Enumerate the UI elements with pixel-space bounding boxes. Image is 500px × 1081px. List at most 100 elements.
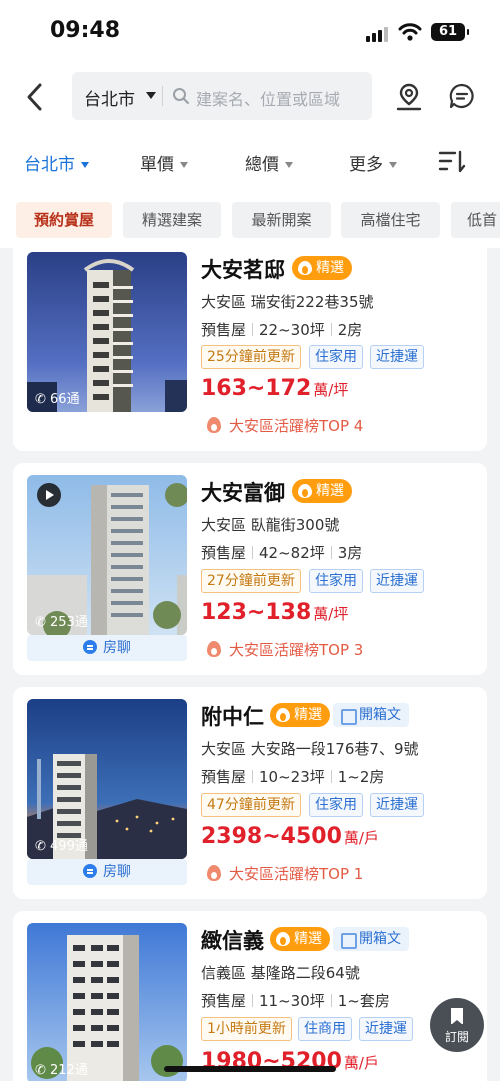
chat-icon xyxy=(83,864,97,878)
call-count-value: 66通 xyxy=(50,392,80,407)
tag-newest[interactable]: 最新開案 xyxy=(232,202,331,238)
listing-title[interactable]: 附中仁 xyxy=(201,701,264,731)
wifi-icon xyxy=(398,23,422,41)
price-value: 163~172 xyxy=(201,376,312,401)
featured-badge: 精選 xyxy=(292,256,352,280)
call-count: ✆ 66通 xyxy=(35,392,80,407)
filter-bar: 台北市 單價 總價 更多 xyxy=(0,130,500,190)
listing-photo[interactable]: ✆ 253通 xyxy=(27,475,187,635)
fire-icon xyxy=(207,865,221,881)
filter-total-price[interactable]: 總價 xyxy=(245,150,293,175)
back-icon[interactable] xyxy=(22,80,50,114)
search-box[interactable]: 台北市 建案名、位置或區域 xyxy=(72,72,372,120)
caret-down-icon xyxy=(285,162,293,168)
listing-meta: 預售屋 22~30坪 2房 xyxy=(201,319,362,340)
message-icon[interactable] xyxy=(449,83,475,109)
listing-price: 123~138 萬/坪 xyxy=(201,600,348,625)
usage-chip: 住家用 xyxy=(309,793,363,817)
signal-icon xyxy=(366,26,390,42)
listing-title[interactable]: 緻信義 xyxy=(201,925,264,955)
divider xyxy=(252,323,254,336)
filter-unit-price-label: 單價 xyxy=(140,155,174,175)
sale-status: 預售屋 xyxy=(201,544,247,562)
rank-text: 大安區活躍榜TOP 1 xyxy=(229,865,364,883)
chat-icon xyxy=(83,640,97,654)
update-chip: 47分鐘前更新 xyxy=(201,793,301,817)
update-chip: 27分鐘前更新 xyxy=(201,569,301,593)
price-value: 2398~4500 xyxy=(201,824,342,849)
call-count-value: 212通 xyxy=(50,1063,88,1078)
listing-card[interactable]: ✆ 66通 大安茗邸 精選 大安區 瑞安街222巷35號 預售屋 22~30坪 2房… xyxy=(13,248,487,451)
listing-card[interactable]: ✆ 253通 房聊 大安富御 精選 大安區 臥龍街300號 預售屋 42~82坪 3… xyxy=(13,463,487,675)
chat-button[interactable]: 房聊 xyxy=(27,635,187,661)
tag-appointment[interactable]: 預約賞屋 xyxy=(16,202,112,238)
update-chip: 1小時前更新 xyxy=(201,1017,292,1041)
tag-low-down[interactable]: 低首 xyxy=(451,202,500,238)
mrt-chip: 近捷運 xyxy=(370,345,424,369)
call-count: ✆ 253通 xyxy=(35,615,88,630)
listing-photo[interactable]: ✆ 499通 xyxy=(27,699,187,859)
filter-more[interactable]: 更多 xyxy=(349,150,397,175)
filter-city[interactable]: 台北市 xyxy=(24,150,89,175)
room-count: 1~套房 xyxy=(337,992,390,1010)
update-chip: 25分鐘前更新 xyxy=(201,345,301,369)
divider xyxy=(162,86,163,106)
home-indicator[interactable] xyxy=(164,1066,336,1072)
caret-down-icon xyxy=(146,92,156,99)
usage-chip: 住家用 xyxy=(309,345,363,369)
price-unit: 萬/戶 xyxy=(343,829,379,847)
location-pin-icon[interactable] xyxy=(396,82,422,112)
rank-label[interactable]: 大安區活躍榜TOP 1 xyxy=(207,863,363,884)
listing-meta: 預售屋 11~30坪 1~套房 xyxy=(201,990,390,1011)
caret-down-icon xyxy=(81,162,89,168)
divider xyxy=(330,770,332,783)
subscribe-label: 訂閱 xyxy=(444,1030,469,1044)
chat-button[interactable]: 房聊 xyxy=(27,859,187,885)
featured-badge: 精選 xyxy=(292,479,352,503)
rank-label[interactable]: 大安區活躍榜TOP 3 xyxy=(207,639,363,660)
tag-luxury[interactable]: 高檔住宅 xyxy=(341,202,440,238)
rank-label[interactable]: 大安區活躍榜TOP 4 xyxy=(207,415,363,436)
listing-card[interactable]: ✆ 212通 緻信義 精選 開箱文 信義區 基隆路二段64號 預售屋 11~30坪… xyxy=(13,911,487,1081)
filter-unit-price[interactable]: 單價 xyxy=(140,150,188,175)
listing-title[interactable]: 大安茗邸 xyxy=(201,254,285,284)
room-count: 3房 xyxy=(337,544,363,562)
listing-card[interactable]: ✆ 499通 房聊 附中仁 精選 開箱文 大安區 大安路一段176巷7、9號 預… xyxy=(13,687,487,899)
play-video-icon[interactable] xyxy=(37,483,61,507)
call-count: ✆ 212通 xyxy=(35,1063,88,1078)
divider xyxy=(252,546,254,559)
unboxing-badge[interactable]: 開箱文 xyxy=(333,927,409,951)
price-unit: 萬/戶 xyxy=(343,1054,379,1072)
size-range: 42~82坪 xyxy=(259,544,325,562)
listing-title[interactable]: 大安富御 xyxy=(201,477,285,507)
featured-badge: 精選 xyxy=(270,703,330,727)
status-time: 09:48 xyxy=(50,18,121,43)
search-input[interactable]: 建案名、位置或區域 xyxy=(196,86,340,110)
mrt-chip: 近捷運 xyxy=(370,569,424,593)
price-value: 123~138 xyxy=(201,600,312,625)
call-count-value: 499通 xyxy=(50,839,88,854)
search-header: 台北市 建案名、位置或區域 xyxy=(0,66,500,130)
sale-status: 預售屋 xyxy=(201,321,247,339)
status-bar: 09:48 61 xyxy=(0,0,500,66)
listing-price: 2398~4500 萬/戶 xyxy=(201,824,379,849)
mrt-chip: 近捷運 xyxy=(370,793,424,817)
listing-photo[interactable]: ✆ 212通 xyxy=(27,923,187,1081)
divider xyxy=(252,770,254,783)
usage-chip: 住商用 xyxy=(298,1017,352,1041)
caret-down-icon xyxy=(180,162,188,168)
divider xyxy=(330,323,332,336)
listing-meta: 預售屋 10~23坪 1~2房 xyxy=(201,766,384,787)
listing-address: 大安區 臥龍街300號 xyxy=(201,516,340,534)
city-selector[interactable]: 台北市 xyxy=(84,85,135,110)
listing-photo[interactable]: ✆ 66通 xyxy=(27,252,187,412)
listing-address: 大安區 瑞安街222巷35號 xyxy=(201,293,374,311)
rank-text: 大安區活躍榜TOP 3 xyxy=(229,641,364,659)
unboxing-badge[interactable]: 開箱文 xyxy=(333,703,409,727)
listing-price: 163~172 萬/坪 xyxy=(201,376,348,401)
sort-icon[interactable] xyxy=(438,150,466,174)
subscribe-button[interactable]: 訂閱 xyxy=(430,998,484,1052)
divider xyxy=(252,994,254,1007)
tag-featured[interactable]: 精選建案 xyxy=(123,202,221,238)
fire-icon xyxy=(207,641,221,657)
